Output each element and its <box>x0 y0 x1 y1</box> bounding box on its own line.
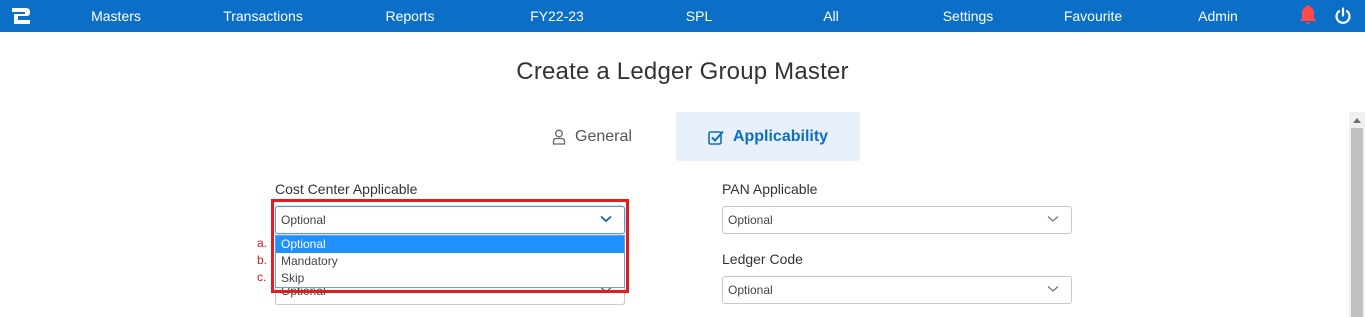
chevron-down-icon <box>1047 216 1059 222</box>
chevron-down-icon <box>1047 286 1059 292</box>
pan-label: PAN Applicable <box>722 181 818 197</box>
pan-value: Optional <box>728 213 773 227</box>
top-nav: Masters Transactions Reports FY22-23 SPL… <box>0 0 1365 32</box>
scroll-up-arrow-icon[interactable] <box>1353 118 1361 123</box>
chevron-down-icon <box>600 215 612 223</box>
cost-center-select[interactable]: Optional <box>275 206 625 234</box>
ledger-code-label: Ledger Code <box>722 251 803 267</box>
marker-c: c. <box>257 270 267 284</box>
page: Masters Transactions Reports FY22-23 SPL… <box>0 0 1365 317</box>
nav-settings[interactable]: Settings <box>943 0 994 32</box>
user-icon <box>552 129 566 145</box>
nav-reports[interactable]: Reports <box>385 0 434 32</box>
scrollbar[interactable] <box>1349 112 1365 317</box>
tab-general-label: General <box>575 127 632 145</box>
checkbox-icon <box>708 130 724 145</box>
nav-fy[interactable]: FY22-23 <box>530 0 584 32</box>
ledger-code-select[interactable]: Optional <box>722 276 1072 304</box>
nav-spl[interactable]: SPL <box>686 0 712 32</box>
tab-applicability[interactable]: Applicability <box>676 112 860 161</box>
tab-general[interactable]: General <box>508 112 676 161</box>
marker-a: a. <box>257 236 268 250</box>
option-mandatory[interactable]: Mandatory <box>276 253 624 270</box>
cost-center-label: Cost Center Applicable <box>275 181 418 197</box>
nav-transactions[interactable]: Transactions <box>223 0 303 32</box>
tab-applicability-label: Applicability <box>732 127 829 145</box>
marker-b: b. <box>257 253 268 267</box>
nav-favourite[interactable]: Favourite <box>1064 0 1122 32</box>
scrollbar-thumb[interactable] <box>1351 128 1363 317</box>
nav-admin[interactable]: Admin <box>1198 0 1238 32</box>
power-icon[interactable] <box>1334 7 1352 25</box>
page-title: Create a Ledger Group Master <box>516 58 849 85</box>
cost-center-dropdown: Optional Mandatory Skip <box>275 235 625 288</box>
nav-all[interactable]: All <box>823 0 839 32</box>
option-optional[interactable]: Optional <box>276 236 624 253</box>
ledger-code-value: Optional <box>728 283 773 297</box>
option-skip[interactable]: Skip <box>276 270 624 287</box>
bell-icon[interactable] <box>1298 4 1318 26</box>
cost-center-value: Optional <box>281 213 326 227</box>
pan-select[interactable]: Optional <box>722 206 1072 234</box>
nav-masters[interactable]: Masters <box>91 0 141 32</box>
app-logo-icon[interactable] <box>10 6 32 26</box>
